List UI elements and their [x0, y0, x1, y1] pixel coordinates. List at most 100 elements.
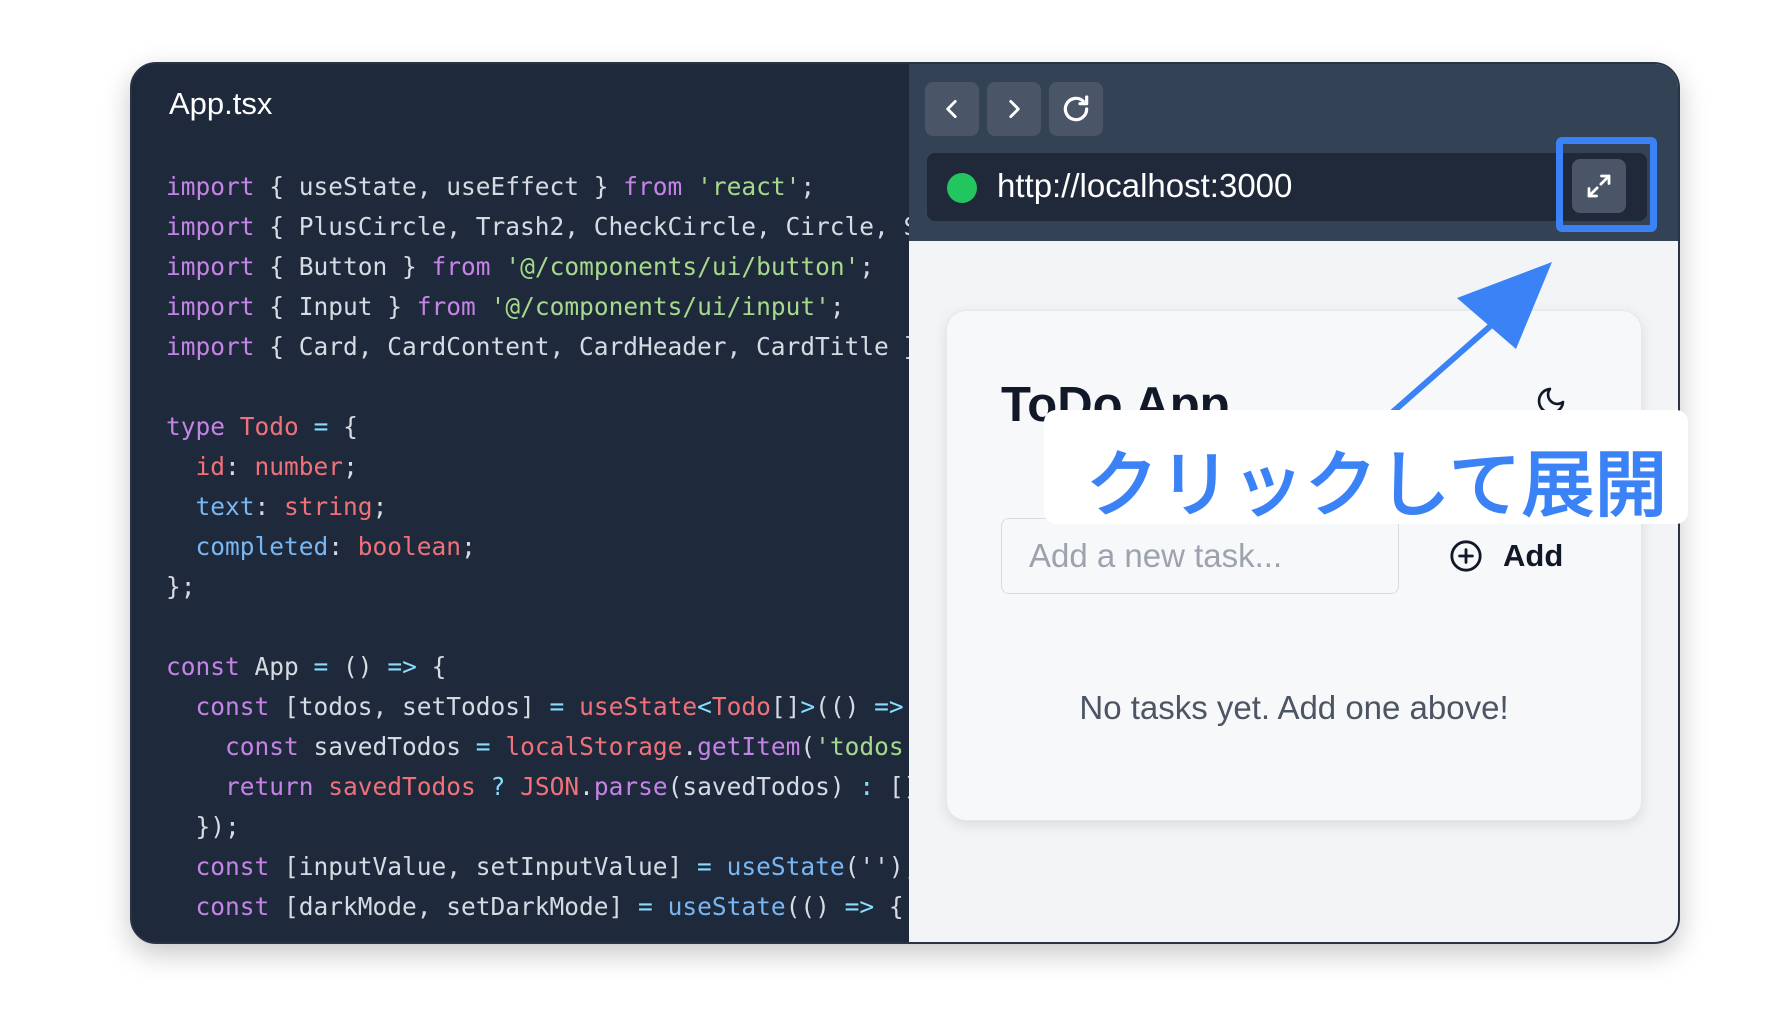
code-block: import { useState, useEffect } from 'rea… — [166, 167, 909, 927]
code-token: > — [800, 692, 816, 721]
code-token: 'react' — [697, 172, 801, 201]
code-token: [darkMode, setDarkMode] — [269, 892, 639, 921]
code-token: = — [638, 892, 653, 921]
code-token: savedTodos — [328, 772, 476, 801]
code-token: ; — [800, 172, 816, 201]
code-token: [] — [888, 772, 909, 801]
todo-card: ToDo App Add No tasks yet. Add one above… — [946, 310, 1642, 821]
code-line: completed: boolean; — [166, 527, 909, 567]
code-line: import { Card, CardContent, CardHeader, … — [166, 327, 909, 367]
code-token: . — [682, 732, 698, 761]
back-button[interactable] — [925, 82, 979, 136]
code-token: = — [313, 652, 329, 681]
status-dot — [947, 173, 977, 203]
code-line: const savedTodos = localStorage.getItem(… — [166, 727, 909, 767]
code-token: ( — [800, 732, 816, 761]
add-button[interactable]: Add — [1437, 523, 1575, 589]
code-token: import — [166, 252, 255, 281]
code-line: type Todo = { — [166, 407, 909, 447]
code-token: => — [874, 692, 904, 721]
code-token: Todo — [711, 692, 771, 721]
code-token: ; — [859, 252, 875, 281]
code-token: [] — [770, 692, 801, 721]
code-token: import — [166, 212, 255, 241]
code-token: (() — [815, 692, 875, 721]
code-line: const App = () => { — [166, 647, 909, 687]
callout-text: クリックして展開 — [1086, 446, 1668, 526]
code-token: localStorage — [505, 732, 683, 761]
code-line: import { useState, useEffect } from 'rea… — [166, 167, 909, 207]
code-line: const [darkMode, setDarkMode] = useState… — [166, 887, 909, 927]
expand-button-highlight — [1556, 137, 1657, 232]
annotation-callout: クリックして展開 — [1044, 410, 1688, 526]
code-token: = — [697, 852, 712, 881]
url-text[interactable]: http://localhost:3000 — [997, 167, 1292, 205]
code-token: const — [195, 892, 270, 921]
browser-toolbar: http://localhost:3000 — [909, 64, 1678, 241]
code-line: text: string; — [166, 487, 909, 527]
reload-button[interactable] — [1049, 82, 1103, 136]
code-token: (savedTodos) — [667, 772, 860, 801]
code-token: const — [166, 652, 240, 681]
code-token: { — [328, 412, 358, 441]
code-token: ; — [461, 532, 476, 561]
code-line: import { Input } from '@/components/ui/i… — [166, 287, 909, 327]
code-token: import — [166, 172, 255, 201]
code-token: { useState, useEffect } — [254, 172, 624, 201]
code-token: : — [859, 772, 875, 801]
code-line: const [inputValue, setInputValue] = useS… — [166, 847, 909, 887]
code-token: : — [328, 532, 358, 561]
chevron-left-icon — [946, 100, 957, 118]
code-token: const — [195, 852, 270, 881]
code-fade — [132, 922, 909, 942]
code-token: ; — [372, 492, 388, 521]
code-token: type — [166, 412, 226, 441]
code-token: [todos, setTodos] — [269, 692, 550, 721]
code-token: id — [195, 452, 226, 481]
forward-button[interactable] — [987, 82, 1041, 136]
address-bar[interactable]: http://localhost:3000 — [927, 153, 1647, 221]
code-token: const — [195, 692, 270, 721]
code-token: useState — [667, 892, 786, 921]
code-token: ? — [490, 772, 506, 801]
code-token: . — [579, 772, 594, 801]
code-token: { — [874, 892, 904, 921]
code-token: }); — [166, 812, 240, 841]
code-token: : — [254, 492, 285, 521]
code-token: from — [623, 172, 683, 201]
code-token: [inputValue, setInputValue] — [269, 852, 698, 881]
code-token: from — [416, 292, 476, 321]
code-token: : — [225, 452, 255, 481]
plus-circle-icon — [1450, 540, 1482, 572]
add-button-label: Add — [1503, 538, 1564, 573]
code-token: ; — [343, 452, 358, 481]
empty-state-message: No tasks yet. Add one above! — [1079, 689, 1509, 726]
code-line: import { Button } from '@/components/ui/… — [166, 247, 909, 287]
code-token: => — [387, 652, 417, 681]
code-token: getItem — [697, 732, 801, 761]
code-token: '@/components/ui/button' — [505, 252, 860, 281]
code-editor: App.tsx import { useState, useEffect } f… — [132, 64, 909, 942]
code-token: number — [254, 452, 344, 481]
code-token: App — [239, 652, 314, 681]
code-token: { PlusCircle, Trash2, CheckCircle, Circl… — [254, 212, 909, 241]
code-line: }); — [166, 807, 909, 847]
code-token: string — [284, 492, 373, 521]
code-line: return savedTodos ? JSON.parse(savedTodo… — [166, 767, 909, 807]
code-token: () — [328, 652, 388, 681]
code-token: savedTodos — [298, 732, 476, 761]
code-token: => — [844, 892, 875, 921]
chevron-right-icon — [1009, 100, 1020, 118]
code-token: boolean — [357, 532, 462, 561]
